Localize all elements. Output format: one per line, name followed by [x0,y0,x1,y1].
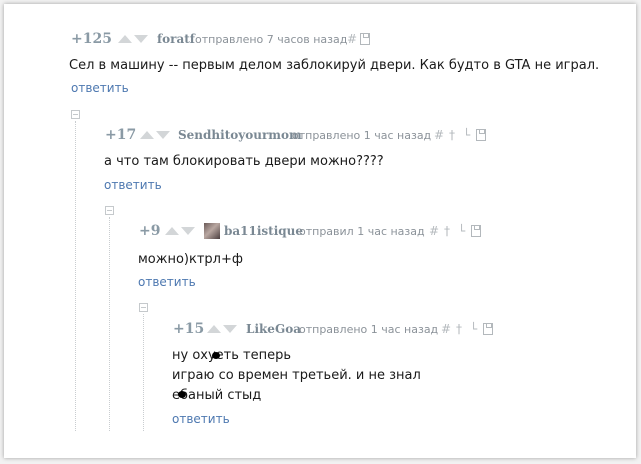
comment-text-line: Сел в машину -- первым делом заблокируй … [69,58,600,73]
reply-link[interactable]: ответить [138,275,196,289]
hash-icon[interactable]: # [347,32,357,46]
comment-body: ну охуеть теперь играю со времен третьей… [172,346,421,406]
parent-icon[interactable]: † [449,128,455,142]
comment-text-line: ебаный стыд [172,388,262,403]
comment-rating: +125 [71,31,112,47]
collapse-toggle[interactable] [139,303,148,312]
comment-author[interactable]: LikeGoa [246,322,301,336]
comment-text-line: играю со времен третьей. и не знал [172,368,421,383]
collapse-toggle[interactable] [105,206,114,215]
comment-rating: +17 [105,127,137,143]
comment-timestamp[interactable]: отправлено 1 час назад [292,129,431,142]
hash-icon[interactable]: # [429,224,439,238]
branch-icon[interactable]: └ [458,224,465,238]
comment-body: а что там блокировать двери можно???? [104,152,384,172]
censor-blot [212,352,220,359]
upvote-icon[interactable] [165,227,179,235]
save-icon[interactable] [471,225,481,237]
comment-timestamp[interactable]: отправил 1 час назад [299,225,425,238]
comment-text-line: ну охуеть теперь [172,348,292,363]
thread-line [75,121,76,431]
reply-link[interactable]: ответить [172,412,230,426]
comment-timestamp[interactable]: отправлено 7 часов назад [195,33,347,46]
downvote-icon[interactable] [181,227,195,235]
avatar[interactable] [204,223,220,239]
save-icon[interactable] [360,33,370,45]
upvote-icon[interactable] [140,131,154,139]
branch-icon[interactable]: └ [470,322,477,336]
hash-icon[interactable]: # [434,128,444,142]
upvote-icon[interactable] [207,325,221,333]
hash-icon[interactable]: # [441,322,451,336]
thread-line [143,314,144,431]
parent-icon[interactable]: † [456,322,462,336]
collapse-toggle[interactable] [71,110,80,119]
comment-rating: +15 [173,321,205,337]
comment-author[interactable]: foratf [157,32,195,46]
branch-icon[interactable]: └ [463,128,470,142]
comment-text-line: можно)ктрл+ф [138,252,243,267]
downvote-icon[interactable] [156,131,170,139]
upvote-icon[interactable] [118,35,132,43]
parent-icon[interactable]: † [444,224,450,238]
comment-body: Сел в машину -- первым делом заблокируй … [69,56,599,76]
reply-link[interactable]: ответить [71,81,129,95]
comment-timestamp[interactable]: отправлено 1 час назад [299,323,438,336]
reply-link[interactable]: ответить [104,178,162,192]
downvote-icon[interactable] [134,35,148,43]
thread-line [109,217,110,431]
censor-blot [178,391,186,398]
comment-text-line: а что там блокировать двери можно???? [104,154,384,169]
comment-author[interactable]: Sendhitoyourmom [178,128,302,142]
downvote-icon[interactable] [223,325,237,333]
save-icon[interactable] [476,129,486,141]
comment-author[interactable]: ba11istique [224,224,303,238]
comment-rating: +9 [139,223,161,239]
comment-body: можно)ктрл+ф [138,250,243,270]
save-icon[interactable] [483,323,493,335]
comment-thread: +125 foratf отправлено 7 часов назад # С… [4,4,636,458]
